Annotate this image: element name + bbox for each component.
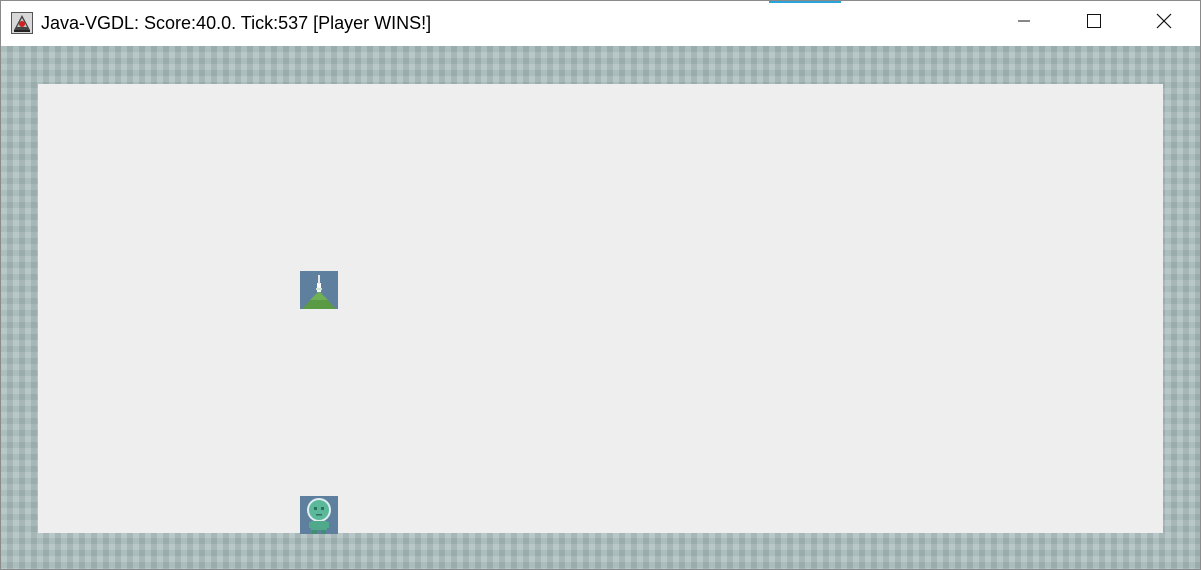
minimize-button[interactable] — [989, 1, 1059, 45]
close-icon — [1156, 13, 1172, 34]
mountain-goal-icon — [300, 271, 338, 309]
maximize-button[interactable] — [1059, 1, 1129, 45]
game-canvas[interactable] — [1, 46, 1200, 569]
title-accent-line — [769, 1, 841, 3]
minimize-icon — [1017, 14, 1031, 33]
alien-avatar-icon — [300, 496, 338, 534]
game-floor — [38, 84, 1163, 533]
close-button[interactable] — [1129, 1, 1199, 45]
app-window: Java-VGDL: Score:40.0. Tick:537 [Player … — [0, 0, 1201, 570]
title-bar[interactable]: Java-VGDL: Score:40.0. Tick:537 [Player … — [1, 1, 1200, 45]
java-app-icon[interactable] — [11, 12, 33, 34]
window-title: Java-VGDL: Score:40.0. Tick:537 [Player … — [41, 13, 432, 33]
maximize-icon — [1086, 13, 1102, 34]
